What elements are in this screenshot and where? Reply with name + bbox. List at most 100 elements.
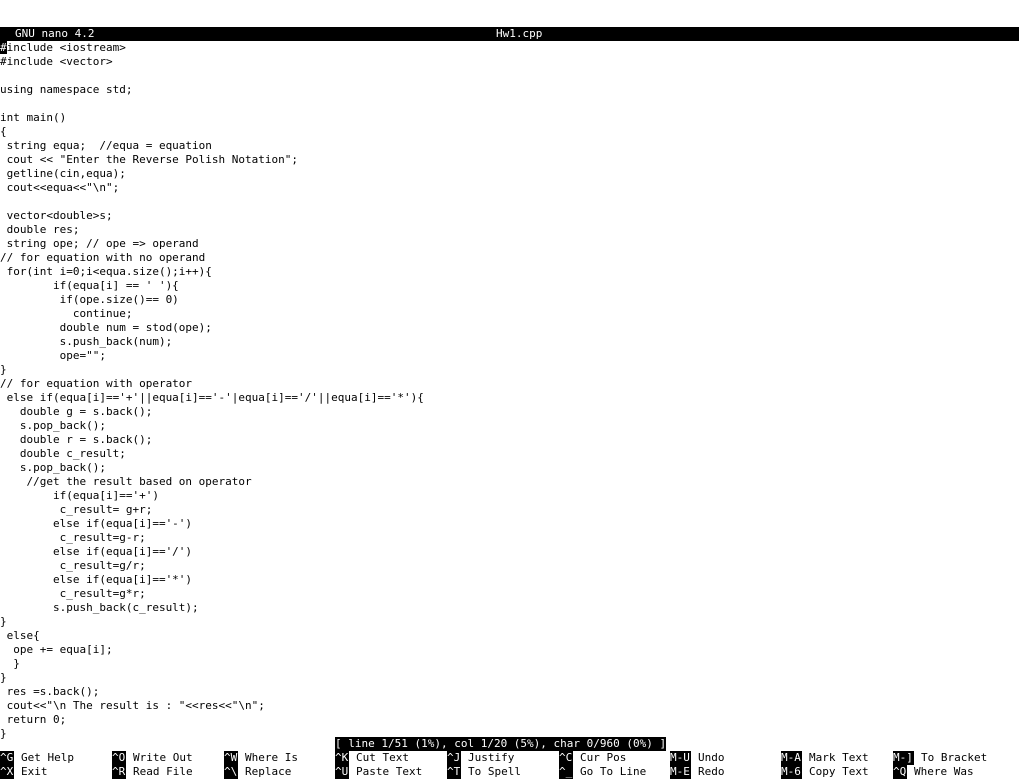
shortcut-label: Write Out bbox=[133, 751, 193, 764]
shortcut-label: Get Help bbox=[21, 751, 74, 764]
shortcut-label: Where Is bbox=[245, 751, 298, 764]
shortcut-label: Where Was bbox=[914, 765, 974, 778]
title-bar: GNU nano 4.2 Hw1.cpp bbox=[0, 27, 1019, 41]
code-line[interactable]: s.push_back(num); bbox=[0, 335, 173, 349]
code-line[interactable]: using namespace std; bbox=[0, 83, 132, 97]
shortcut-key: ^X bbox=[0, 765, 14, 779]
shortcut-cur-pos[interactable]: ^C Cur Pos bbox=[559, 751, 626, 765]
shortcut-key: ^_ bbox=[559, 765, 573, 779]
code-line[interactable]: else if(equa[i]=='-') bbox=[0, 517, 192, 531]
shortcut-paste-text[interactable]: ^U Paste Text bbox=[335, 765, 422, 779]
shortcut-label: Go To Line bbox=[580, 765, 647, 778]
code-line[interactable]: cout<<equa<<"\n"; bbox=[0, 181, 120, 195]
shortcut-label: Exit bbox=[21, 765, 48, 778]
shortcut-key: ^R bbox=[112, 765, 126, 779]
shortcut-go-to-line[interactable]: ^_ Go To Line bbox=[559, 765, 646, 779]
code-line[interactable]: s.pop_back(); bbox=[0, 461, 106, 475]
code-line[interactable]: // for equation with no operand bbox=[0, 251, 205, 265]
shortcut-mark-text[interactable]: M-A Mark Text bbox=[781, 751, 869, 765]
code-line[interactable]: else if(equa[i]=='/') bbox=[0, 545, 192, 559]
shortcut-to-bracket[interactable]: M-] To Bracket bbox=[893, 751, 987, 765]
code-line[interactable]: } bbox=[0, 657, 20, 671]
code-line[interactable]: int main() bbox=[0, 111, 66, 125]
shortcut-undo[interactable]: M-U Undo bbox=[670, 751, 725, 765]
shortcut-key: ^J bbox=[447, 751, 461, 765]
code-line[interactable]: double c_result; bbox=[0, 447, 126, 461]
code-line[interactable]: s.pop_back(); bbox=[0, 419, 106, 433]
shortcut-get-help[interactable]: ^G Get Help bbox=[0, 751, 74, 765]
shortcut-label: Justify bbox=[468, 751, 515, 764]
code-line[interactable]: double g = s.back(); bbox=[0, 405, 152, 419]
shortcut-replace[interactable]: ^\ Replace bbox=[224, 765, 291, 779]
code-line[interactable]: if(ope.size()== 0) bbox=[0, 293, 179, 307]
code-line[interactable]: vector<double>s; bbox=[0, 209, 113, 223]
shortcut-label: To Bracket bbox=[921, 751, 988, 764]
shortcut-where-was[interactable]: ^Q Where Was bbox=[893, 765, 974, 779]
shortcut-read-file[interactable]: ^R Read File bbox=[112, 765, 193, 779]
code-line[interactable]: string equa; //equa = equation bbox=[0, 139, 212, 153]
code-line[interactable]: s.push_back(c_result); bbox=[0, 601, 199, 615]
shortcut-key: ^G bbox=[0, 751, 14, 765]
text-cursor: # bbox=[0, 41, 7, 54]
code-line[interactable]: } bbox=[0, 363, 7, 377]
code-line[interactable]: for(int i=0;i<equa.size();i++){ bbox=[0, 265, 212, 279]
code-line[interactable]: getline(cin,equa); bbox=[0, 167, 126, 181]
shortcut-key: M-A bbox=[781, 751, 802, 765]
shortcut-key: M-U bbox=[670, 751, 691, 765]
shortcut-key: ^W bbox=[224, 751, 238, 765]
code-line[interactable]: continue; bbox=[0, 307, 133, 321]
shortcut-to-spell[interactable]: ^T To Spell bbox=[447, 765, 521, 779]
code-line[interactable]: ope += equa[i]; bbox=[0, 643, 112, 657]
shortcut-key: M-E bbox=[670, 765, 691, 779]
shortcut-where-is[interactable]: ^W Where Is bbox=[224, 751, 298, 765]
code-line[interactable]: else if(equa[i]=='*') bbox=[0, 573, 192, 587]
code-line[interactable]: } bbox=[0, 671, 7, 685]
shortcut-label: Paste Text bbox=[356, 765, 423, 778]
shortcut-justify[interactable]: ^J Justify bbox=[447, 751, 514, 765]
shortcut-exit[interactable]: ^X Exit bbox=[0, 765, 48, 779]
code-line[interactable]: { bbox=[0, 125, 7, 139]
code-line[interactable]: cout << "Enter the Reverse Polish Notati… bbox=[0, 153, 298, 167]
code-line[interactable]: } bbox=[0, 615, 7, 629]
shortcut-write-out[interactable]: ^O Write Out bbox=[112, 751, 193, 765]
shortcut-key: ^U bbox=[335, 765, 349, 779]
code-line[interactable]: cout<<"\n The result is : "<<res<<"\n"; bbox=[0, 699, 265, 713]
code-line[interactable]: if(equa[i]=='+') bbox=[0, 489, 159, 503]
code-line[interactable]: // for equation with operator bbox=[0, 377, 192, 391]
shortcut-label: Redo bbox=[698, 765, 725, 778]
shortcut-label: Undo bbox=[698, 751, 725, 764]
shortcut-label: Replace bbox=[245, 765, 292, 778]
code-line[interactable]: #include <iostream> bbox=[0, 41, 126, 55]
shortcut-key: ^T bbox=[447, 765, 461, 779]
shortcut-key: M-6 bbox=[781, 765, 802, 779]
shortcut-key: ^Q bbox=[893, 765, 907, 779]
status-bar: [ line 1/51 (1%), col 1/20 (5%), char 0/… bbox=[335, 737, 667, 751]
code-line[interactable]: ope=""; bbox=[0, 349, 106, 363]
file-name: Hw1.cpp bbox=[496, 27, 543, 40]
code-line[interactable]: c_result= g+r; bbox=[0, 503, 153, 517]
code-line[interactable]: if(equa[i] == ' '){ bbox=[0, 279, 179, 293]
shortcut-redo[interactable]: M-E Redo bbox=[670, 765, 725, 779]
code-line[interactable]: else if(equa[i]=='+'||equa[i]=='-'|equa[… bbox=[0, 391, 424, 405]
code-line[interactable]: c_result=g/r; bbox=[0, 559, 146, 573]
code-line[interactable]: string ope; // ope => operand bbox=[0, 237, 199, 251]
code-line[interactable]: } bbox=[0, 727, 7, 741]
code-line[interactable]: else{ bbox=[0, 629, 40, 643]
code-line[interactable]: double res; bbox=[0, 223, 80, 237]
shortcut-label: Cur Pos bbox=[580, 751, 627, 764]
shortcut-cut-text[interactable]: ^K Cut Text bbox=[335, 751, 409, 765]
shortcut-key: ^\ bbox=[224, 765, 238, 779]
code-line[interactable]: c_result=g*r; bbox=[0, 587, 146, 601]
app-name: GNU nano 4.2 bbox=[15, 27, 95, 40]
code-line[interactable]: #include <vector> bbox=[0, 55, 113, 69]
code-line[interactable]: return 0; bbox=[0, 713, 67, 727]
code-line[interactable]: res =s.back(); bbox=[0, 685, 100, 699]
code-line[interactable]: c_result=g-r; bbox=[0, 531, 146, 545]
code-line[interactable]: double r = s.back(); bbox=[0, 433, 152, 447]
code-line[interactable]: //get the result based on operator bbox=[0, 475, 251, 489]
shortcut-copy-text[interactable]: M-6 Copy Text bbox=[781, 765, 869, 779]
shortcut-label: Mark Text bbox=[809, 751, 869, 764]
shortcut-key: ^C bbox=[559, 751, 573, 765]
shortcut-label: Cut Text bbox=[356, 751, 409, 764]
code-line[interactable]: double num = stod(ope); bbox=[0, 321, 212, 335]
